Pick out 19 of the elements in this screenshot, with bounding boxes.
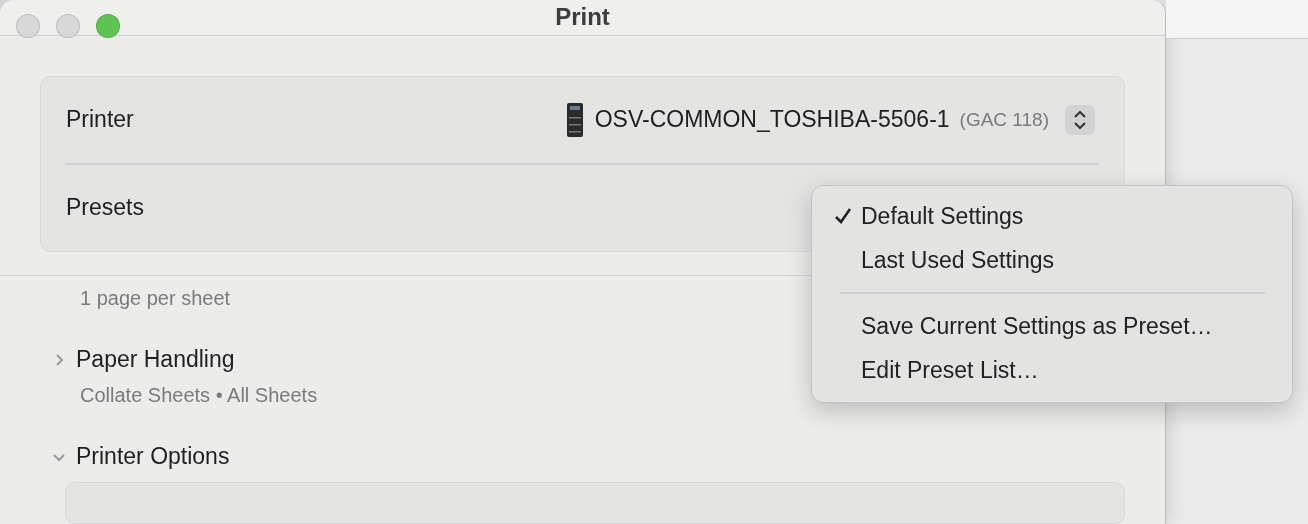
close-button[interactable] xyxy=(16,14,40,38)
menu-item[interactable]: Edit Preset List… xyxy=(812,348,1292,392)
printer-location: (GAC 118) xyxy=(959,108,1049,131)
window-title: Print xyxy=(555,3,610,32)
printer-label: Printer xyxy=(66,106,134,134)
zoom-button[interactable] xyxy=(96,14,120,38)
menu-item[interactable]: Save Current Settings as Preset… xyxy=(812,304,1292,348)
printer-name: OSV-COMMON_TOSHIBA-5506-1 xyxy=(594,106,950,134)
section-title[interactable]: Printer Options xyxy=(76,443,230,470)
menu-item[interactable]: Default Settings xyxy=(812,194,1292,238)
minimize-button[interactable] xyxy=(56,14,80,38)
presets-label: Presets xyxy=(66,194,144,222)
section-title[interactable]: Paper Handling xyxy=(76,346,235,373)
printer-popup-button[interactable] xyxy=(1065,104,1095,135)
menu-item[interactable]: Last Used Settings xyxy=(812,238,1292,282)
up-down-chevron-icon xyxy=(1073,109,1087,130)
printer-icon xyxy=(564,102,585,137)
section-summary: Collate Sheets • All Sheets xyxy=(80,384,319,407)
layout-summary: 1 page per sheet xyxy=(80,287,232,310)
